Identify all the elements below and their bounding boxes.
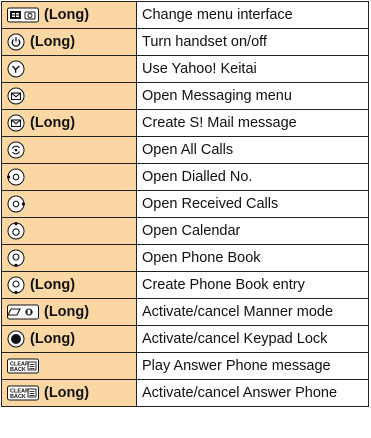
- action-cell: Change menu interface: [136, 1, 369, 29]
- table-row: (Long) Turn handset on/off: [1, 28, 369, 56]
- menu-camera-key-icon: [7, 7, 39, 23]
- key-cell: CLEAR BACK: [1, 352, 137, 380]
- key-cell: [1, 82, 137, 110]
- clear-back-key-icon: CLEAR BACK: [7, 358, 39, 374]
- phonebook-key-icon: [7, 249, 25, 267]
- table-row: (Long) Activate/cancel Manner mode: [1, 298, 369, 326]
- dialled-key-icon: [7, 168, 25, 186]
- key-cell: [1, 136, 137, 164]
- table-row: (Long) Create S! Mail message: [1, 109, 369, 137]
- key-cell: [1, 244, 137, 272]
- table-row: Open All Calls: [1, 136, 369, 164]
- long-press-label: (Long): [44, 385, 90, 401]
- table-row: CLEAR BACK (Long) Activate/cancel Answer …: [1, 379, 369, 407]
- action-cell: Open All Calls: [136, 136, 369, 164]
- table-row: Open Calendar: [1, 217, 369, 245]
- action-cell: Create Phone Book entry: [136, 271, 369, 299]
- action-cell: Activate/cancel Answer Phone: [136, 379, 369, 407]
- table-row: (Long) Change menu interface: [1, 1, 369, 29]
- key-cell: (Long): [1, 298, 137, 326]
- long-press-label: (Long): [30, 277, 76, 293]
- table-row: Use Yahoo! Keitai: [1, 55, 369, 83]
- received-key-icon: [7, 195, 25, 213]
- action-cell: Play Answer Phone message: [136, 352, 369, 380]
- calendar-key-icon: [7, 222, 25, 240]
- key-cell: CLEAR BACK (Long): [1, 379, 137, 407]
- long-press-label: (Long): [44, 7, 90, 23]
- action-cell: Use Yahoo! Keitai: [136, 55, 369, 83]
- action-cell: Create S! Mail message: [136, 109, 369, 137]
- table-row: Open Dialled No.: [1, 163, 369, 191]
- svg-text:BACK: BACK: [10, 367, 26, 373]
- key-shortcut-rows: (Long) Change menu interface (Long) Turn…: [1, 1, 369, 407]
- action-cell: Open Messaging menu: [136, 82, 369, 110]
- long-press-label: (Long): [44, 304, 90, 320]
- action-cell: Activate/cancel Manner mode: [136, 298, 369, 326]
- clear-back-key-icon: CLEAR BACK: [7, 385, 39, 401]
- action-cell: Open Received Calls: [136, 190, 369, 218]
- action-cell: Turn handset on/off: [136, 28, 369, 56]
- svg-text:BACK: BACK: [10, 394, 26, 400]
- all-calls-key-icon: [7, 141, 25, 159]
- key-cell: (Long): [1, 1, 137, 29]
- key-cell: [1, 217, 137, 245]
- table-row: Open Messaging menu: [1, 82, 369, 110]
- mail-key-icon: [7, 114, 25, 132]
- long-press-label: (Long): [30, 34, 76, 50]
- table-row: (Long) Activate/cancel Keypad Lock: [1, 325, 369, 353]
- yahoo-key-icon: [7, 60, 25, 78]
- center-key-icon: [7, 330, 25, 348]
- key-cell: (Long): [1, 271, 137, 299]
- action-cell: Open Dialled No.: [136, 163, 369, 191]
- action-cell: Open Calendar: [136, 217, 369, 245]
- table-row: Open Phone Book: [1, 244, 369, 272]
- phonebook-key-icon: [7, 276, 25, 294]
- action-cell: Activate/cancel Keypad Lock: [136, 325, 369, 353]
- table-row: (Long) Create Phone Book entry: [1, 271, 369, 299]
- manner-key-icon: [7, 304, 39, 320]
- mail-key-icon: [7, 87, 25, 105]
- key-cell: (Long): [1, 325, 137, 353]
- table-row: Open Received Calls: [1, 190, 369, 218]
- action-cell: Open Phone Book: [136, 244, 369, 272]
- key-cell: [1, 55, 137, 83]
- key-shortcut-table: (Long) Change menu interface (Long) Turn…: [1, 1, 369, 407]
- key-cell: (Long): [1, 109, 137, 137]
- table-row: CLEAR BACK Play Answer Phone message: [1, 352, 369, 380]
- long-press-label: (Long): [30, 331, 76, 347]
- key-cell: [1, 190, 137, 218]
- power-key-icon: [7, 33, 25, 51]
- long-press-label: (Long): [30, 115, 76, 131]
- key-cell: [1, 163, 137, 191]
- key-cell: (Long): [1, 28, 137, 56]
